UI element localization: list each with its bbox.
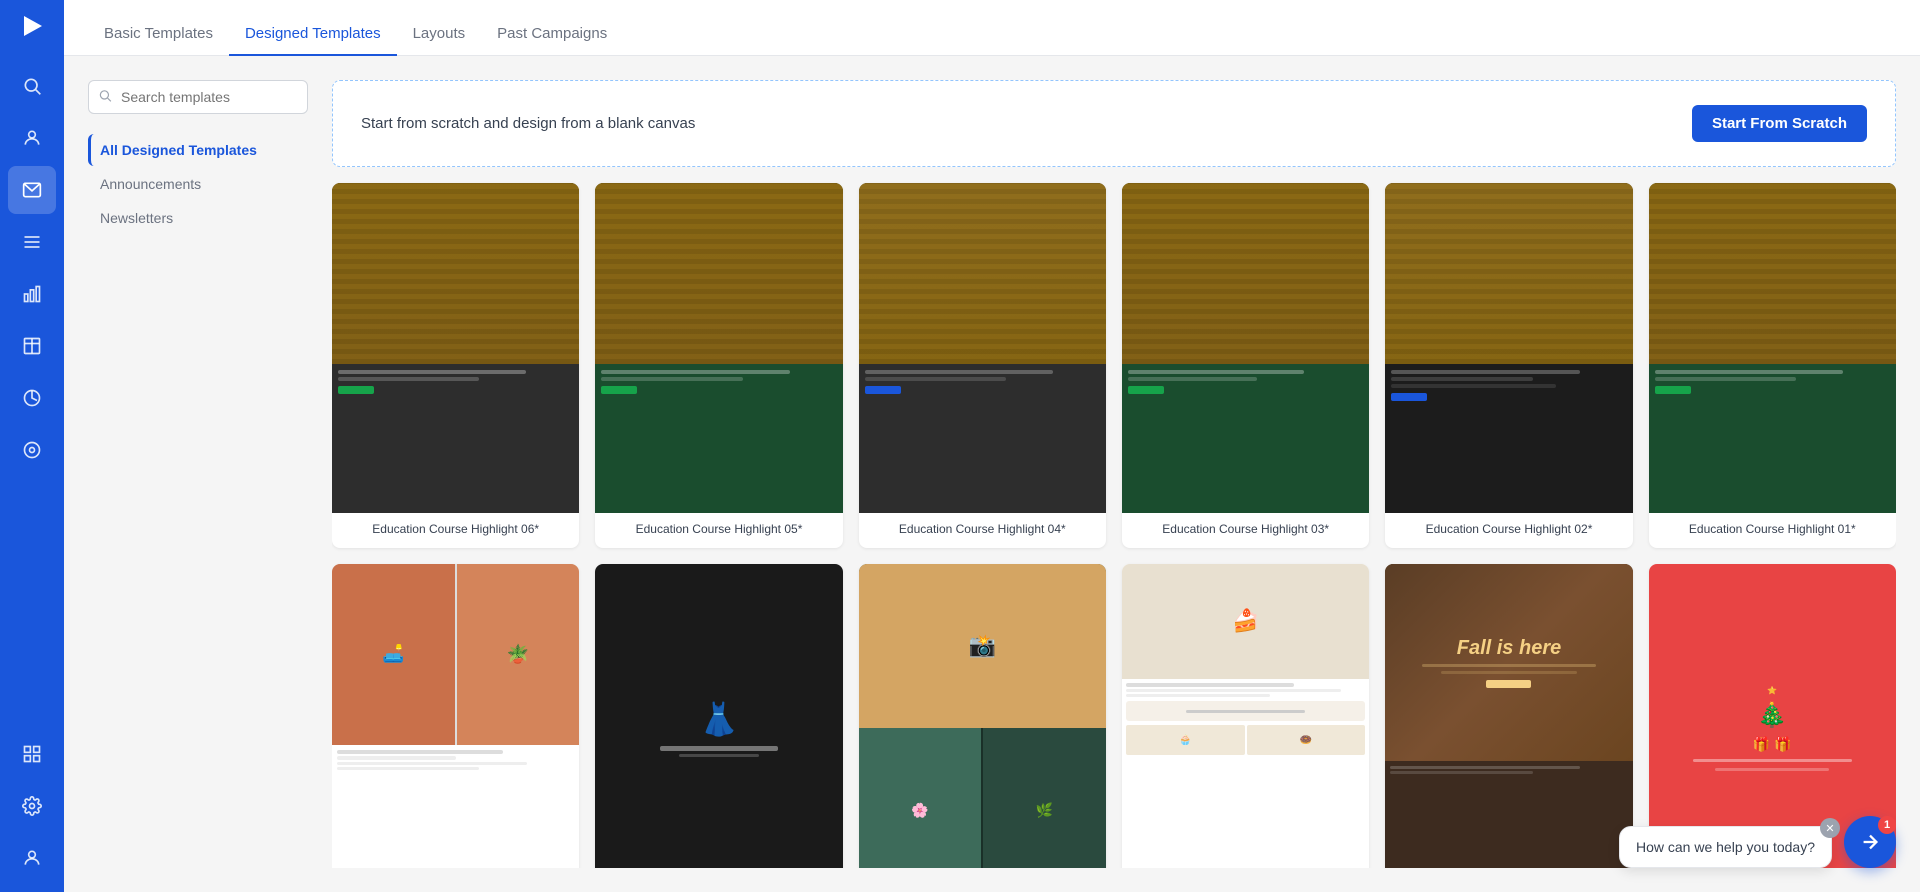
chat-widget: ✕ How can we help you today? 1 [1619, 816, 1896, 868]
template-card-edu05[interactable]: Education Course Highlight 05* [595, 183, 842, 548]
search-wrapper [88, 80, 308, 114]
template-card-edu06[interactable]: Education Course Highlight 06* [332, 183, 579, 548]
search-icon [98, 89, 112, 106]
chat-bubble-wrapper: ✕ How can we help you today? [1619, 826, 1832, 868]
content-container: All Designed Templates Announcements New… [64, 56, 1920, 892]
template-card-bakery[interactable]: 🍰 🧁 🍩 [1122, 564, 1369, 868]
chat-open-button[interactable]: 1 [1844, 816, 1896, 868]
nav-list-btn[interactable] [8, 218, 56, 266]
nav-logo[interactable] [14, 8, 50, 44]
sidebar-nav: All Designed Templates Announcements New… [88, 134, 308, 234]
template-label-edu02: Education Course Highlight 02* [1385, 513, 1632, 548]
template-label-edu04: Education Course Highlight 04* [859, 513, 1106, 548]
chat-close-button[interactable]: ✕ [1820, 818, 1840, 838]
tab-past-campaigns[interactable]: Past Campaigns [481, 25, 623, 56]
templates-area: Start from scratch and design from a bla… [332, 80, 1896, 868]
template-label-edu06: Education Course Highlight 06* [332, 513, 579, 548]
nav-grid-btn[interactable] [8, 730, 56, 778]
template-label-edu03: Education Course Highlight 03* [1122, 513, 1369, 548]
nav-help-btn[interactable] [8, 426, 56, 474]
nav-mail-btn[interactable] [8, 166, 56, 214]
scratch-banner: Start from scratch and design from a bla… [332, 80, 1896, 167]
nav-chart-btn[interactable] [8, 270, 56, 318]
nav-bar [0, 0, 64, 892]
template-card-edu03[interactable]: Education Course Highlight 03* [1122, 183, 1369, 548]
template-card-high-fashion[interactable]: 👗 High Fashion (Refined)* [595, 564, 842, 868]
template-card-home-decor[interactable]: 🛋️ 🪴 Home Decor (Refined)* [332, 564, 579, 868]
template-card-portfolio[interactable]: 📸 🌸 🌿 Portfolio (Refined)* [859, 564, 1106, 868]
template-card-edu02[interactable]: Education Course Highlight 02* [1385, 183, 1632, 548]
template-card-edu01[interactable]: Education Course Highlight 01* [1649, 183, 1896, 548]
tab-layouts[interactable]: Layouts [397, 25, 482, 56]
tabs-bar: Basic Templates Designed Templates Layou… [64, 0, 1920, 56]
nav-user-btn[interactable] [8, 114, 56, 162]
nav-settings-btn[interactable] [8, 782, 56, 830]
nav-table-btn[interactable] [8, 322, 56, 370]
template-label-edu05: Education Course Highlight 05* [595, 513, 842, 548]
nav-avatar-btn[interactable] [8, 834, 56, 882]
sidebar-nav-newsletters[interactable]: Newsletters [88, 202, 308, 234]
sidebar: All Designed Templates Announcements New… [88, 80, 308, 868]
tab-designed-templates[interactable]: Designed Templates [229, 25, 397, 56]
template-label-edu01: Education Course Highlight 01* [1649, 513, 1896, 548]
scratch-banner-text: Start from scratch and design from a bla… [361, 115, 695, 132]
template-card-edu04[interactable]: Education Course Highlight 04* [859, 183, 1106, 548]
sidebar-nav-announcements[interactable]: Announcements [88, 168, 308, 200]
chat-bubble: How can we help you today? [1619, 826, 1832, 868]
nav-search-btn[interactable] [8, 62, 56, 110]
sidebar-nav-all[interactable]: All Designed Templates [88, 134, 308, 166]
start-from-scratch-button[interactable]: Start From Scratch [1692, 105, 1867, 142]
template-card-fall[interactable]: Fall is here Fall Is Here* [1385, 564, 1632, 868]
nav-pie-btn[interactable] [8, 374, 56, 422]
template-grid-row1: Education Course Highlight 06* [332, 183, 1896, 548]
chat-badge: 1 [1878, 816, 1896, 834]
main-area: Basic Templates Designed Templates Layou… [64, 0, 1920, 892]
search-input[interactable] [88, 80, 308, 114]
tab-basic-templates[interactable]: Basic Templates [88, 25, 229, 56]
